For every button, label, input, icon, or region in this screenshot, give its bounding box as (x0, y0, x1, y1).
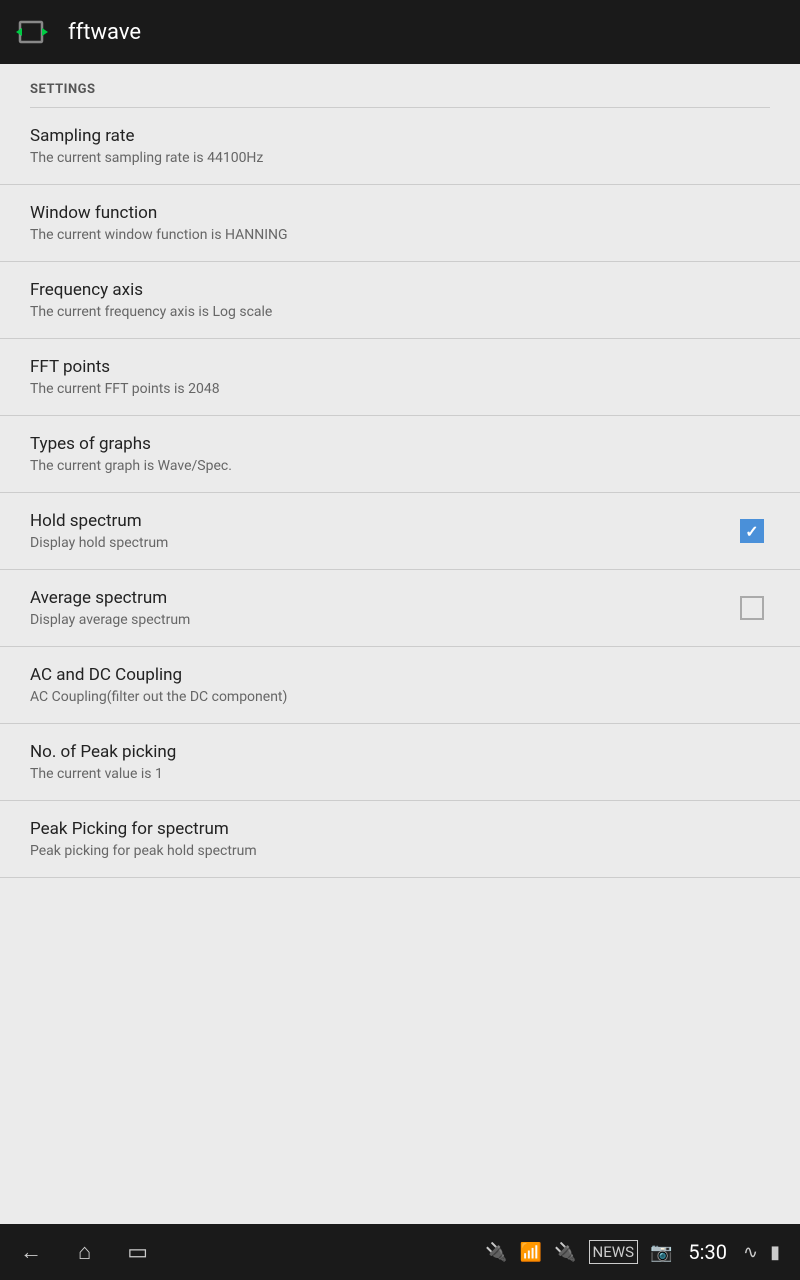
setting-title-fft-points: FFT points (30, 357, 770, 377)
setting-item-no-peak-picking[interactable]: No. of Peak picking The current value is… (0, 724, 800, 801)
setting-item-ac-dc-coupling[interactable]: AC and DC Coupling AC Coupling(filter ou… (0, 647, 800, 724)
setting-title-no-peak-picking: No. of Peak picking (30, 742, 770, 762)
settings-header: SETTINGS (0, 64, 800, 107)
setting-text-fft-points: FFT points The current FFT points is 204… (30, 357, 770, 397)
checkbox-container-average-spectrum (734, 590, 770, 626)
setting-subtitle-sampling-rate: The current sampling rate is 44100Hz (30, 150, 770, 166)
setting-subtitle-types-of-graphs: The current graph is Wave/Spec. (30, 458, 770, 474)
checkbox-hold-spectrum[interactable]: ✓ (740, 519, 764, 543)
wifi-icon: ∿ (743, 1242, 758, 1263)
setting-text-no-peak-picking: No. of Peak picking The current value is… (30, 742, 770, 782)
setting-item-average-spectrum[interactable]: Average spectrum Display average spectru… (0, 570, 800, 647)
setting-subtitle-frequency-axis: The current frequency axis is Log scale (30, 304, 770, 320)
setting-subtitle-no-peak-picking: The current value is 1 (30, 766, 770, 782)
setting-subtitle-peak-picking-spectrum: Peak picking for peak hold spectrum (30, 843, 770, 859)
setting-item-fft-points[interactable]: FFT points The current FFT points is 204… (0, 339, 800, 416)
setting-item-types-of-graphs[interactable]: Types of graphs The current graph is Wav… (0, 416, 800, 493)
setting-title-sampling-rate: Sampling rate (30, 126, 770, 146)
battery-icon: ▮ (770, 1242, 780, 1263)
setting-title-hold-spectrum: Hold spectrum (30, 511, 734, 531)
setting-subtitle-average-spectrum: Display average spectrum (30, 612, 734, 628)
setting-text-peak-picking-spectrum: Peak Picking for spectrum Peak picking f… (30, 819, 770, 859)
setting-title-average-spectrum: Average spectrum (30, 588, 734, 608)
photo-icon: 📷 (650, 1242, 672, 1263)
nav-left: ← ⌂ ▭ (20, 1239, 148, 1265)
setting-text-frequency-axis: Frequency axis The current frequency axi… (30, 280, 770, 320)
setting-subtitle-window-function: The current window function is HANNING (30, 227, 770, 243)
checkmark-icon: ✓ (745, 522, 758, 541)
app-title: fftwave (68, 20, 141, 45)
usb-storage-icon: 🔌 (554, 1242, 576, 1263)
setting-title-window-function: Window function (30, 203, 770, 223)
setting-title-peak-picking-spectrum: Peak Picking for spectrum (30, 819, 770, 839)
setting-text-ac-dc-coupling: AC and DC Coupling AC Coupling(filter ou… (30, 665, 770, 705)
setting-subtitle-ac-dc-coupling: AC Coupling(filter out the DC component) (30, 689, 770, 705)
usb-icon: 🔌 (485, 1242, 507, 1263)
setting-item-hold-spectrum[interactable]: Hold spectrum Display hold spectrum ✓ (0, 493, 800, 570)
home-icon[interactable]: ⌂ (78, 1239, 91, 1265)
back-icon[interactable]: ← (20, 1239, 42, 1265)
status-time: 5:30 (688, 1240, 727, 1264)
setting-item-window-function[interactable]: Window function The current window funct… (0, 185, 800, 262)
navbar: ← ⌂ ▭ 🔌 📶 🔌 NEWS 📷 5:30 ∿ ▮ (0, 1224, 800, 1280)
topbar: fftwave (0, 0, 800, 64)
setting-item-peak-picking-spectrum[interactable]: Peak Picking for spectrum Peak picking f… (0, 801, 800, 878)
setting-title-frequency-axis: Frequency axis (30, 280, 770, 300)
checkbox-container-hold-spectrum: ✓ (734, 513, 770, 549)
nav-right: 🔌 📶 🔌 NEWS 📷 5:30 ∿ ▮ (485, 1240, 780, 1264)
setting-subtitle-fft-points: The current FFT points is 2048 (30, 381, 770, 397)
setting-item-frequency-axis[interactable]: Frequency axis The current frequency axi… (0, 262, 800, 339)
settings-list: Sampling rate The current sampling rate … (0, 108, 800, 878)
setting-text-types-of-graphs: Types of graphs The current graph is Wav… (30, 434, 770, 474)
checkbox-average-spectrum[interactable] (740, 596, 764, 620)
setting-title-ac-dc-coupling: AC and DC Coupling (30, 665, 770, 685)
setting-text-sampling-rate: Sampling rate The current sampling rate … (30, 126, 770, 166)
setting-text-hold-spectrum: Hold spectrum Display hold spectrum (30, 511, 734, 551)
setting-item-sampling-rate[interactable]: Sampling rate The current sampling rate … (0, 108, 800, 185)
setting-text-average-spectrum: Average spectrum Display average spectru… (30, 588, 734, 628)
sim-icon: 📶 (520, 1242, 542, 1263)
recents-icon[interactable]: ▭ (127, 1240, 148, 1265)
app-icon (16, 12, 56, 52)
setting-text-window-function: Window function The current window funct… (30, 203, 770, 243)
setting-title-types-of-graphs: Types of graphs (30, 434, 770, 454)
news-icon: NEWS (589, 1240, 638, 1264)
settings-content: SETTINGS Sampling rate The current sampl… (0, 64, 800, 1224)
setting-subtitle-hold-spectrum: Display hold spectrum (30, 535, 734, 551)
